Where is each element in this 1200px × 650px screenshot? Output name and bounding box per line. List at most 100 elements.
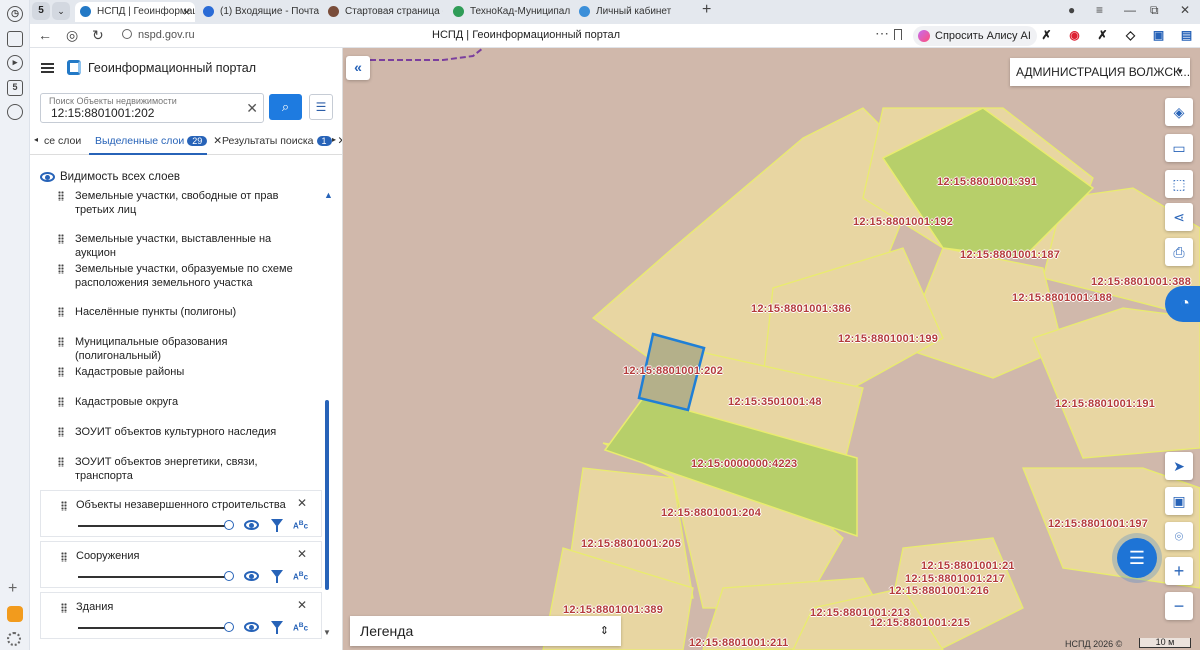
- eye-icon[interactable]: [244, 520, 259, 530]
- drag-handle-icon[interactable]: [58, 307, 64, 317]
- chevron-up-icon[interactable]: ▲: [324, 190, 333, 200]
- reader-icon[interactable]: ◎: [66, 27, 78, 44]
- filter-icon[interactable]: [271, 570, 283, 583]
- scrollbar[interactable]: [325, 400, 329, 590]
- layer-card[interactable]: Объекты незавершенного строительства ✕ A…: [40, 490, 322, 537]
- locate-button[interactable]: ➤: [1165, 452, 1193, 480]
- clear-icon[interactable]: ✕: [246, 100, 258, 117]
- add-icon[interactable]: +: [8, 580, 17, 598]
- close-icon[interactable]: ×: [183, 2, 190, 22]
- drag-handle-icon[interactable]: [58, 457, 64, 467]
- filter-settings-button[interactable]: ☰: [309, 94, 333, 120]
- ruler-button[interactable]: ▭: [1165, 134, 1193, 162]
- minimize-icon[interactable]: —: [1124, 3, 1136, 17]
- share-button[interactable]: ⋖: [1165, 203, 1193, 231]
- opacity-slider[interactable]: [78, 627, 230, 629]
- collapse-sidebar-button[interactable]: «: [346, 56, 370, 80]
- scroll-left-icon[interactable]: ◂: [34, 135, 38, 144]
- search-field[interactable]: Поиск Объекты недвижимости ✕: [40, 93, 264, 123]
- extension-icon[interactable]: ▤: [1180, 29, 1193, 42]
- play-icon[interactable]: ▸: [7, 55, 23, 71]
- close-window-icon[interactable]: ✕: [1180, 3, 1190, 17]
- tab-mail[interactable]: (1) Входящие - Почта Ма: [198, 2, 320, 22]
- eye-icon[interactable]: [244, 571, 259, 581]
- extension-icon[interactable]: ▣: [1152, 29, 1165, 42]
- drag-handle-icon[interactable]: [58, 427, 64, 437]
- layers-button[interactable]: ◈: [1165, 98, 1193, 126]
- opacity-slider[interactable]: [78, 525, 230, 527]
- menu-icon[interactable]: [41, 63, 54, 73]
- geo-button[interactable]: ⌾: [1165, 522, 1193, 550]
- assistant-tab[interactable]: ◔: [1165, 286, 1200, 322]
- scroll-right-icon[interactable]: ▸: [332, 135, 336, 144]
- search-input[interactable]: [51, 106, 241, 120]
- drag-handle-icon[interactable]: [58, 191, 64, 201]
- layer-item[interactable]: Земельные участки, выставленные на аукци…: [58, 232, 310, 260]
- visibility-all-toggle[interactable]: Видимость всех слоев: [40, 171, 180, 183]
- five-icon[interactable]: 5: [7, 80, 23, 96]
- back-icon[interactable]: ←: [38, 27, 52, 43]
- layer-card[interactable]: Здания ✕ ABc: [40, 592, 322, 639]
- tab-count-badge[interactable]: 5: [32, 2, 50, 20]
- close-icon[interactable]: ✕: [297, 598, 307, 612]
- drag-handle-icon[interactable]: [58, 337, 64, 347]
- reload-icon[interactable]: ↻: [92, 27, 104, 44]
- layer-item[interactable]: Муниципальные образования (полигональный…: [58, 335, 310, 363]
- basemap-button[interactable]: ▣: [1165, 487, 1193, 515]
- tab-search-results[interactable]: Результаты поиска1✕: [222, 135, 342, 147]
- opacity-slider-handle[interactable]: [224, 520, 234, 530]
- close-icon[interactable]: ✕: [297, 496, 307, 510]
- labels-icon[interactable]: ABc: [293, 520, 308, 531]
- chat-button[interactable]: ☰: [1117, 538, 1157, 578]
- legend-select[interactable]: Легенда ⇕: [350, 616, 621, 646]
- new-tab-button[interactable]: +: [702, 1, 711, 19]
- extension-icon[interactable]: ✗: [1096, 29, 1109, 42]
- tab-selected-layers[interactable]: Выделенные слои 29 ✕: [95, 135, 222, 147]
- filter-icon[interactable]: [271, 519, 283, 532]
- drag-handle-icon[interactable]: [61, 603, 67, 613]
- history-icon[interactable]: ◷: [7, 6, 23, 22]
- tab-start[interactable]: Стартовая страница - Ко: [323, 2, 443, 22]
- labels-icon[interactable]: ABc: [293, 571, 308, 582]
- layer-item[interactable]: Земельные участки, свободные от прав тре…: [58, 189, 310, 217]
- restore-icon[interactable]: ⧉: [1150, 3, 1159, 18]
- menu-icon[interactable]: ≡: [1096, 3, 1103, 17]
- extension-icon[interactable]: ◇: [1124, 29, 1137, 42]
- layer-item[interactable]: ЗОУИТ объектов энергетики, связи, трансп…: [58, 455, 310, 483]
- tab-all-layers[interactable]: се слои: [44, 135, 81, 147]
- wallet-icon[interactable]: [7, 104, 23, 120]
- select-area-button[interactable]: ⬚: [1165, 170, 1193, 198]
- drag-handle-icon[interactable]: [58, 397, 64, 407]
- url-text[interactable]: nspd.gov.ru: [138, 29, 195, 41]
- admin-select[interactable]: АДМИНИСТРАЦИЯ ВОЛЖСК... ▼: [1010, 58, 1190, 86]
- filter-icon[interactable]: [271, 621, 283, 634]
- gear-icon[interactable]: [7, 632, 21, 646]
- more-icon[interactable]: ⋯: [875, 25, 889, 42]
- bookmark-icon[interactable]: [894, 29, 902, 40]
- zoom-in-button[interactable]: +: [1165, 557, 1193, 585]
- layer-item[interactable]: Земельные участки, образуемые по схеме р…: [58, 262, 310, 290]
- layer-card[interactable]: Сооружения ✕ ABc: [40, 541, 322, 588]
- scroll-down-icon[interactable]: ▼: [323, 628, 331, 637]
- layer-item[interactable]: Населённые пункты (полигоны): [58, 305, 310, 319]
- drag-handle-icon[interactable]: [58, 234, 64, 244]
- collections-icon[interactable]: [7, 31, 23, 47]
- map-canvas[interactable]: « АДМИНИСТРАЦИЯ ВОЛЖСК... ▼ 12:15:880100…: [343, 48, 1200, 650]
- eye-icon[interactable]: [244, 622, 259, 632]
- opacity-slider-handle[interactable]: [224, 571, 234, 581]
- drag-handle-icon[interactable]: [61, 552, 67, 562]
- profile-icon[interactable]: ●: [1068, 3, 1075, 17]
- drag-handle-icon[interactable]: [61, 501, 67, 511]
- extension-icon[interactable]: ✗: [1040, 29, 1053, 42]
- search-button[interactable]: ⌕: [269, 94, 302, 120]
- extension-icon[interactable]: ◉: [1068, 29, 1081, 42]
- print-button[interactable]: ⎙: [1165, 238, 1193, 266]
- tab-nspd[interactable]: НСПД | Геоинформацио ×: [75, 2, 195, 22]
- opacity-slider-handle[interactable]: [224, 622, 234, 632]
- close-icon[interactable]: ✕: [297, 547, 307, 561]
- drag-handle-icon[interactable]: [58, 264, 64, 274]
- labels-icon[interactable]: ABc: [293, 622, 308, 633]
- chevron-down-icon[interactable]: ⌄: [52, 2, 70, 20]
- mail-icon[interactable]: [7, 606, 23, 622]
- tab-technokad[interactable]: ТехноКад-Муниципалитет: [448, 2, 570, 22]
